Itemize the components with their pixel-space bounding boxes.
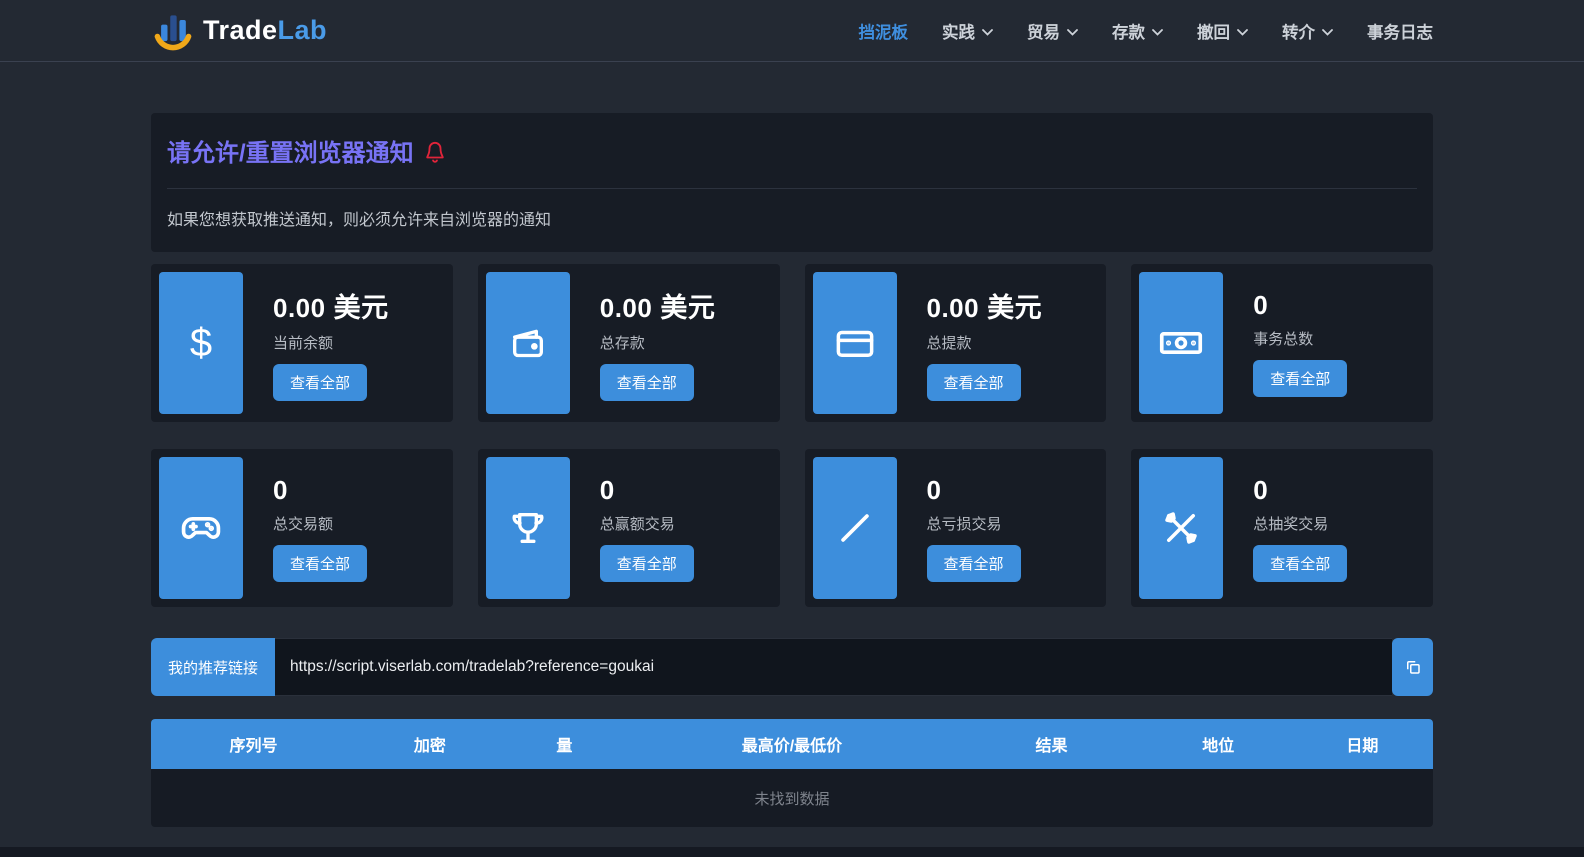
stat-value: 0.00美元 [273,286,453,325]
nav-item-label: 存款 [1112,19,1145,43]
top-navbar: TradeLab 挡泥板 实践 贸易 存款 撤回 转介 事务日志 [0,0,1584,62]
referral-link-bar: 我的推荐链接 https://script.viserlab.com/trade… [151,638,1433,696]
stat-card-3: 0.00美元总提款查看全部 [805,264,1107,422]
stat-card-7: 0 总亏损交易查看全部 [805,449,1107,607]
nav-item-4[interactable]: 存款 [1112,19,1163,43]
notice-description: 如果您想获取推送通知，则必须允许来自浏览器的通知 [167,206,1417,230]
nav-item-label: 贸易 [1027,19,1060,43]
stat-label: 总亏损交易 [927,513,1107,534]
view-all-button[interactable]: 查看全部 [1253,545,1347,582]
trades-table: 序列号加密量最高价/最低价结果地位日期 未找到数据 [151,719,1433,827]
wallet-icon [486,272,570,414]
nav-menu: 挡泥板 实践 贸易 存款 撤回 转介 事务日志 [859,19,1434,43]
table-header-4: 最高价/最低价 [625,719,958,769]
view-all-button[interactable]: 查看全部 [1253,360,1347,397]
stat-label: 总交易额 [273,513,453,534]
table-header-row: 序列号加密量最高价/最低价结果地位日期 [151,719,1433,769]
table-header-6: 地位 [1145,719,1292,769]
brand-name: TradeLab [203,15,327,46]
table-empty-state: 未找到数据 [151,769,1433,827]
stat-value: 0 [1253,290,1433,321]
nav-item-7[interactable]: 事务日志 [1367,19,1433,43]
browser-notification-notice: 请允许/重置浏览器通知 如果您想获取推送通知，则必须允许来自浏览器的通知 [151,113,1433,252]
brand-logo-icon [151,9,195,53]
stat-value: 0.00美元 [600,286,780,325]
stat-label: 当前余额 [273,332,453,353]
stat-label: 事务总数 [1253,328,1433,349]
chevron-down-icon [1067,26,1078,36]
copy-button[interactable] [1392,638,1433,696]
stat-card-2: 0.00美元总存款查看全部 [478,264,780,422]
view-all-button[interactable]: 查看全部 [600,545,694,582]
stat-card-5: 0 总交易额查看全部 [151,449,453,607]
nav-item-1[interactable]: 挡泥板 [859,19,909,43]
stats-grid: $0.00美元当前余额查看全部0.00美元总存款查看全部0.00美元总提款查看全… [151,264,1433,607]
nav-item-label: 事务日志 [1367,19,1433,43]
nav-item-label: 转介 [1282,19,1315,43]
table-header-7: 日期 [1292,719,1433,769]
notice-title: 请允许/重置浏览器通知 [167,133,414,168]
nav-item-3[interactable]: 贸易 [1027,19,1078,43]
table-header-1: 序列号 [151,719,356,769]
stat-value: 0 [927,475,1107,506]
gamepad-icon [159,457,243,599]
pencil-ruler-icon [1139,457,1223,599]
view-all-button[interactable]: 查看全部 [927,545,1021,582]
nav-item-label: 撤回 [1197,19,1230,43]
referral-url-input[interactable]: https://script.viserlab.com/tradelab?ref… [275,638,1392,696]
nav-item-label: 挡泥板 [859,19,909,43]
view-all-button[interactable]: 查看全部 [927,364,1021,401]
stat-label: 总抽奖交易 [1253,513,1433,534]
nav-item-2[interactable]: 实践 [942,19,993,43]
table-header-2: 加密 [356,719,503,769]
nav-item-5[interactable]: 撤回 [1197,19,1248,43]
banknote-icon [1139,272,1223,414]
stat-label: 总存款 [600,332,780,353]
stat-card-8: 0 总抽奖交易查看全部 [1131,449,1433,607]
stat-value: 0 [1253,475,1433,506]
stat-value: 0 [273,475,453,506]
nav-item-label: 实践 [942,19,975,43]
view-all-button[interactable]: 查看全部 [273,545,367,582]
credit-card-icon [813,272,897,414]
footer-strip [0,847,1584,857]
table-header-3: 量 [504,719,626,769]
view-all-button[interactable]: 查看全部 [273,364,367,401]
stat-value: 0 [600,475,780,506]
chevron-down-icon [1152,26,1163,36]
copy-icon [1404,658,1422,676]
notice-divider [167,188,1417,189]
stat-card-4: 0 事务总数查看全部 [1131,264,1433,422]
slash-icon [813,457,897,599]
view-all-button[interactable]: 查看全部 [600,364,694,401]
brand-logo[interactable]: TradeLab [151,9,327,53]
stat-card-6: 0 总赢额交易查看全部 [478,449,780,607]
table-header-5: 结果 [959,719,1145,769]
stat-value: 0.00美元 [927,286,1107,325]
nav-item-6[interactable]: 转介 [1282,19,1333,43]
stat-label: 总赢额交易 [600,513,780,534]
chevron-down-icon [982,26,993,36]
chevron-down-icon [1322,26,1333,36]
chevron-down-icon [1237,26,1248,36]
bell-icon[interactable] [424,140,446,164]
stat-card-1: $0.00美元当前余额查看全部 [151,264,453,422]
referral-label: 我的推荐链接 [151,638,275,696]
dollar-icon: $ [159,272,243,414]
stat-label: 总提款 [927,332,1107,353]
trophy-icon [486,457,570,599]
